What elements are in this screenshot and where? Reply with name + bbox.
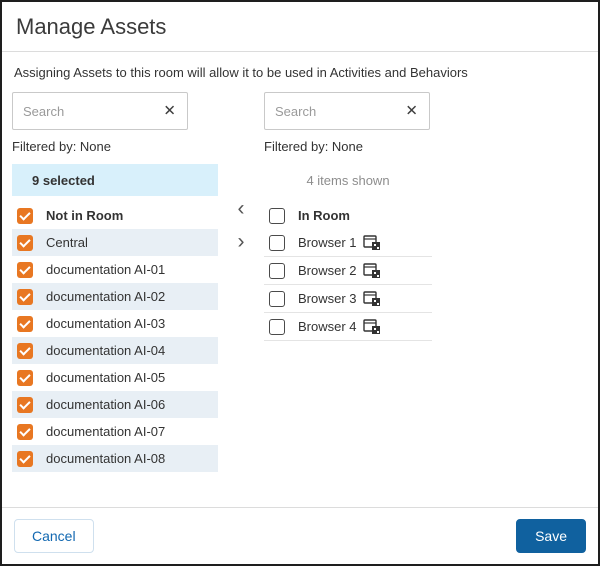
checkbox-unchecked-icon[interactable] bbox=[269, 208, 285, 224]
checkbox-checked-icon[interactable] bbox=[17, 235, 33, 251]
in-room-header-row[interactable]: In Room bbox=[264, 202, 432, 229]
list-item[interactable]: Browser 3 bbox=[264, 285, 432, 313]
left-filtered-by: Filtered by: None bbox=[12, 139, 218, 154]
checkbox-checked-icon[interactable] bbox=[17, 208, 33, 224]
chevron-left-icon[interactable]: ‹ bbox=[238, 198, 245, 219]
item-label: documentation AI-01 bbox=[46, 262, 165, 277]
right-filtered-by: Filtered by: None bbox=[264, 139, 432, 154]
left-search-input[interactable] bbox=[13, 93, 155, 129]
item-label: Central bbox=[46, 235, 88, 250]
item-label: documentation AI-08 bbox=[46, 451, 165, 466]
in-room-panel: ✕ Filtered by: None 4 items shown In Roo… bbox=[264, 92, 432, 507]
checkbox-checked-icon[interactable] bbox=[17, 370, 33, 386]
item-label: documentation AI-04 bbox=[46, 343, 165, 358]
checkbox-unchecked-icon[interactable] bbox=[269, 319, 285, 335]
checkbox-checked-icon[interactable] bbox=[17, 397, 33, 413]
list-item[interactable]: Browser 2 bbox=[264, 257, 432, 285]
item-label: documentation AI-03 bbox=[46, 316, 165, 331]
in-room-list: Browser 1 Browser 2 bbox=[264, 229, 432, 341]
list-item[interactable]: documentation AI-03 bbox=[12, 310, 218, 337]
checkbox-unchecked-icon[interactable] bbox=[269, 291, 285, 307]
checkbox-checked-icon[interactable] bbox=[17, 316, 33, 332]
dialog-description: Assigning Assets to this room will allow… bbox=[2, 52, 598, 86]
not-in-room-header-row[interactable]: Not in Room bbox=[12, 202, 218, 229]
list-item[interactable]: documentation AI-01 bbox=[12, 256, 218, 283]
list-item[interactable]: documentation AI-08 bbox=[12, 445, 218, 472]
list-header-label: In Room bbox=[298, 208, 350, 223]
browser-window-icon bbox=[363, 263, 381, 279]
checkbox-unchecked-icon[interactable] bbox=[269, 263, 285, 279]
right-search-box: ✕ bbox=[264, 92, 430, 130]
cancel-button[interactable]: Cancel bbox=[14, 519, 94, 553]
chevron-right-icon[interactable]: › bbox=[238, 231, 245, 252]
list-item[interactable]: documentation AI-06 bbox=[12, 391, 218, 418]
not-in-room-list: Central documentation AI-01 documentatio… bbox=[12, 229, 218, 472]
transfer-controls: ‹ › bbox=[218, 92, 264, 507]
list-item[interactable]: Central bbox=[12, 229, 218, 256]
checkbox-checked-icon[interactable] bbox=[17, 343, 33, 359]
checkbox-unchecked-icon[interactable] bbox=[269, 235, 285, 251]
manage-assets-dialog: Manage Assets Assigning Assets to this r… bbox=[0, 0, 600, 566]
list-item[interactable]: Browser 1 bbox=[264, 229, 432, 257]
checkbox-checked-icon[interactable] bbox=[17, 451, 33, 467]
selected-count-banner: 9 selected bbox=[12, 164, 218, 196]
browser-window-icon bbox=[363, 319, 381, 335]
browser-window-icon bbox=[363, 291, 381, 307]
dialog-footer: Cancel Save bbox=[2, 507, 598, 564]
page-title: Manage Assets bbox=[16, 14, 584, 40]
list-item[interactable]: documentation AI-02 bbox=[12, 283, 218, 310]
list-header-label: Not in Room bbox=[46, 208, 123, 223]
checkbox-checked-icon[interactable] bbox=[17, 424, 33, 440]
list-item[interactable]: documentation AI-05 bbox=[12, 364, 218, 391]
clear-search-icon[interactable]: ✕ bbox=[163, 104, 176, 119]
item-label: Browser 2 bbox=[298, 263, 357, 278]
left-search-box: ✕ bbox=[12, 92, 188, 130]
dual-list-content: ✕ Filtered by: None 9 selected Not in Ro… bbox=[2, 86, 598, 507]
item-label: Browser 3 bbox=[298, 291, 357, 306]
checkbox-checked-icon[interactable] bbox=[17, 289, 33, 305]
item-label: documentation AI-07 bbox=[46, 424, 165, 439]
browser-window-icon bbox=[363, 235, 381, 251]
list-item[interactable]: Browser 4 bbox=[264, 313, 432, 341]
item-label: documentation AI-02 bbox=[46, 289, 165, 304]
list-item[interactable]: documentation AI-04 bbox=[12, 337, 218, 364]
item-label: Browser 1 bbox=[298, 235, 357, 250]
item-label: Browser 4 bbox=[298, 319, 357, 334]
clear-search-icon[interactable]: ✕ bbox=[405, 104, 418, 119]
checkbox-checked-icon[interactable] bbox=[17, 262, 33, 278]
not-in-room-panel: ✕ Filtered by: None 9 selected Not in Ro… bbox=[12, 92, 218, 507]
items-shown-label: 4 items shown bbox=[264, 164, 432, 196]
item-label: documentation AI-05 bbox=[46, 370, 165, 385]
item-label: documentation AI-06 bbox=[46, 397, 165, 412]
list-item[interactable]: documentation AI-07 bbox=[12, 418, 218, 445]
save-button[interactable]: Save bbox=[516, 519, 586, 553]
dialog-header: Manage Assets bbox=[2, 2, 598, 52]
right-search-input[interactable] bbox=[265, 93, 397, 129]
